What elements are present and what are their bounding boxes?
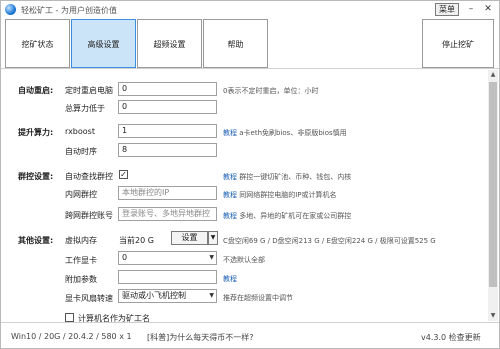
extra-params-tutorial-link[interactable]: 教程	[223, 275, 237, 283]
intranet-tutorial-link[interactable]: 教程	[223, 191, 237, 199]
fan-speed-value: 驱动或小飞机控制	[122, 291, 186, 300]
tab-advanced-settings[interactable]: 高级设置	[71, 19, 136, 68]
timed-restart-input[interactable]: 0	[118, 82, 217, 96]
tab-help[interactable]: 帮助	[203, 19, 268, 68]
status-bar: Win10 / 20G / 20.4.2 / 580 x 1 [科普]为什么每天…	[1, 322, 499, 348]
virtual-memory-set-button[interactable]: 设置	[171, 231, 208, 245]
remote-hint-text: 多地、异地的矿机可在家或公司群控	[239, 212, 352, 220]
virtual-memory-current: 当前20 G	[119, 236, 154, 245]
extra-params-label: 附加参数	[65, 275, 97, 284]
chevron-down-icon: ▼	[209, 292, 214, 299]
intranet-hint: 教程 同网络群控电脑的IP或计算机名	[223, 190, 337, 200]
rxboost-hint-text: a卡eth免刷bios、非原版bios慎用	[239, 129, 347, 137]
extra-params-hint: 教程	[223, 274, 237, 284]
tab-bar: 挖矿状态 高级设置 超频设置 帮助 停止挖矿	[1, 19, 499, 69]
fan-speed-select[interactable]: 驱动或小飞机控制 ▼	[118, 289, 217, 303]
auto-find-hint-text: 群控一键切矿池、币种、钱包、内核	[239, 173, 352, 181]
work-gpu-select[interactable]: 0 ▼	[118, 251, 217, 265]
work-gpu-hint: 不选默认全部	[223, 256, 265, 264]
minimize-icon[interactable]: –	[464, 3, 478, 16]
window-title: 轻松矿工 - 为用户创造价值	[21, 6, 117, 15]
auto-timing-input[interactable]: 8	[118, 143, 217, 157]
rxboost-label: rxboost	[65, 127, 95, 136]
app-window: 轻松矿工 - 为用户创造价值 菜单 – ✕ 挖矿状态 高级设置 超频设置 帮助 …	[0, 0, 500, 349]
remote-hint: 教程 多地、异地的矿机可在家或公司群控	[223, 211, 351, 221]
virtual-memory-dropdown-icon[interactable]: ▼	[208, 231, 218, 245]
remote-account-input[interactable]: 登录账号、多地异地群控	[118, 207, 217, 221]
rxboost-input[interactable]: 1	[118, 124, 217, 138]
scroll-down-icon[interactable]: ▼	[488, 311, 498, 321]
extra-params-input[interactable]	[118, 270, 217, 284]
fan-speed-hint: 推荐在超频设置中调节	[223, 294, 293, 302]
remote-tutorial-link[interactable]: 教程	[223, 212, 237, 220]
menu-button[interactable]: 菜单	[435, 3, 459, 16]
rxboost-hint: 教程 a卡eth免刷bios、非原版bios慎用	[223, 128, 347, 138]
timed-restart-hint: 0表示不定时重启，单位：小时	[223, 87, 319, 95]
low-power-label: 总算力低于	[65, 104, 105, 113]
auto-timing-label: 自动时序	[65, 147, 97, 156]
faq-link[interactable]: [科普]为什么每天得币不一样?	[147, 332, 254, 343]
app-logo-icon	[5, 4, 16, 15]
tab-mining-status[interactable]: 挖矿状态	[5, 19, 70, 68]
system-info-text: Win10 / 20G / 20.4.2 / 580 x 1	[11, 332, 132, 341]
intranet-ip-input[interactable]: 本地群控的IP	[118, 186, 217, 200]
work-gpu-label: 工作显卡	[65, 256, 97, 265]
scrollbar-thumb[interactable]	[489, 82, 497, 287]
work-gpu-value: 0	[122, 253, 128, 262]
title-bar: 轻松矿工 - 为用户创造价值 菜单 – ✕	[1, 1, 499, 19]
virtual-memory-hint: C盘空闲69 G / D盘空闲213 G / E盘空闲224 G / 极限可设置…	[223, 237, 436, 245]
auto-find-label: 自动查找群控	[65, 172, 113, 181]
intranet-hint-text: 同网络群控电脑的IP或计算机名	[239, 191, 337, 199]
auto-find-checkbox[interactable]: ✓	[119, 170, 128, 179]
chevron-down-icon: ▼	[209, 254, 214, 261]
timed-restart-label: 定时重启电脑	[65, 86, 113, 95]
tab-overclock-settings[interactable]: 超频设置	[137, 19, 202, 68]
scroll-up-icon[interactable]: ▲	[488, 70, 498, 80]
virtual-memory-label: 虚拟内存	[65, 236, 97, 245]
boost-section-label: 提升算力:	[18, 128, 54, 137]
version-check-update[interactable]: v4.3.0 检查更新	[421, 332, 481, 343]
stop-mining-button[interactable]: 停止挖矿	[422, 19, 494, 68]
close-icon[interactable]: ✕	[481, 3, 495, 16]
auto-restart-section-label: 自动重启:	[18, 86, 54, 95]
rxboost-tutorial-link[interactable]: 教程	[223, 129, 237, 137]
auto-find-tutorial-link[interactable]: 教程	[223, 173, 237, 181]
low-power-input[interactable]: 0	[118, 100, 217, 114]
vertical-scrollbar[interactable]: ▲ ▼	[488, 70, 498, 321]
remote-account-label: 跨网群控账号	[65, 211, 113, 220]
intranet-control-label: 内网群控	[65, 190, 97, 199]
auto-find-hint: 教程 群控一键切矿池、币种、钱包、内核	[223, 172, 351, 182]
hostname-as-worker-checkbox[interactable]	[65, 313, 74, 322]
other-settings-section-label: 其他设置:	[18, 236, 54, 245]
fan-speed-label: 显卡风扇转速	[65, 294, 113, 303]
group-control-section-label: 群控设置:	[18, 172, 54, 181]
